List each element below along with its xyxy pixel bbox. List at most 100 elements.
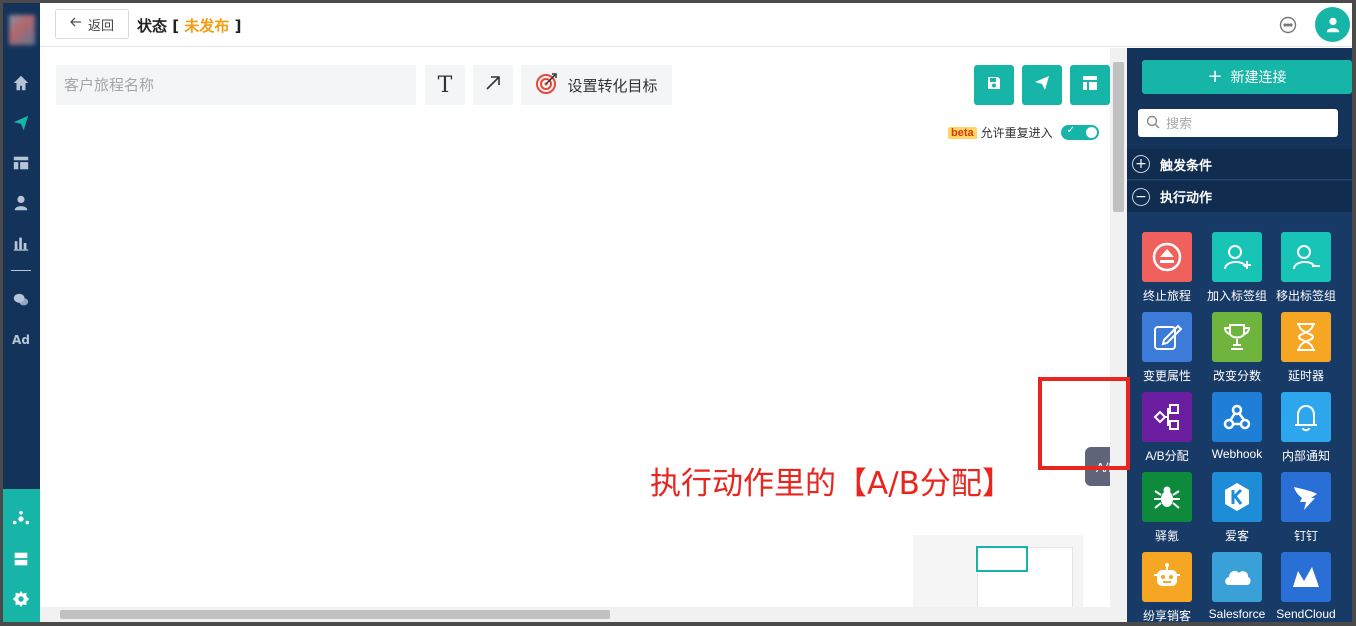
action-tile-3[interactable] [1281,232,1331,282]
new-connection-button[interactable]: + 新建连接 [1142,60,1352,94]
expand-icon: + [1132,155,1150,173]
annotation-text: 执行动作里的【A/B分配】 [650,466,1013,502]
nav-bottom-group [3,489,40,622]
layout-icon [1082,75,1098,95]
section-trigger-conditions[interactable]: + 触发条件 [1127,149,1352,180]
component-panel: + 新建连接 + 触发条件 − 执行动作 终止旅程 加入标签组移出标签组变更属性 改… [1127,48,1352,622]
dingtalk-icon [1294,487,1317,510]
action-tile-5[interactable] [1212,312,1262,362]
k-icon [1225,483,1249,511]
cloud-icon [1225,570,1251,585]
vertical-scrollbar[interactable] [1110,48,1127,607]
publish-button[interactable] [1022,65,1062,105]
gear-icon[interactable] [9,587,33,611]
server-icon[interactable] [9,547,33,571]
bell-icon [1295,404,1317,432]
action-tile-1[interactable] [1142,232,1192,282]
action-tile-label: Salesforce [1208,607,1266,621]
journey-name-input[interactable] [56,65,416,105]
set-goal-button[interactable]: 设置转化目标 [521,65,672,105]
chat-icon[interactable] [1278,15,1298,35]
scroll-thumb[interactable] [60,610,610,619]
bar-chart-icon[interactable] [9,231,33,255]
action-tile-label: 改变分数 [1212,369,1261,383]
arrow-tool-button[interactable] [473,65,513,105]
action-tile-2[interactable] [1212,232,1262,282]
spider-icon [1154,486,1180,509]
action-tile-15[interactable] [1281,552,1331,602]
nav-divider [11,270,31,271]
text-tool-button[interactable]: T [425,65,465,105]
section-actions[interactable]: − 执行动作 [1127,181,1352,212]
sendcloud-icon [1293,567,1319,587]
save-button[interactable] [974,65,1014,105]
arrow-left-icon [70,16,82,32]
user-minus-icon [1293,245,1320,270]
action-tile-label: 加入标签组 [1206,289,1267,303]
search-input[interactable] [1166,115,1326,131]
journey-canvas[interactable]: T 设置转化目标 be [40,48,1161,622]
hourglass-icon [1297,323,1315,351]
eject-icon [1152,242,1182,272]
repeat-entry-row: beta 允许重复进入 ✓ [948,124,1099,141]
beta-badge: beta [948,126,977,139]
horizontal-scrollbar[interactable] [40,607,1127,622]
back-label: 返回 [87,18,114,34]
header: 返回 状态 [ 未发布 ] [40,3,1352,47]
action-tiles: 终止旅程 加入标签组 移出标签组 变更属性 改变分数 延时器 A/B分配 Webhook 内部通… [1127,212,1352,622]
check-icon: ✓ [1066,125,1076,136]
action-tile-14[interactable] [1212,552,1262,602]
action-tile-9[interactable] [1281,392,1331,442]
network-icon[interactable] [9,507,33,531]
edit-icon [1154,324,1183,350]
user-icon[interactable] [9,191,33,215]
trophy-icon [1223,324,1251,350]
bracket-close: ] [234,17,242,35]
action-tile-label: 变更属性 [1142,369,1191,383]
minimap-viewport[interactable] [976,546,1028,572]
ad-icon[interactable]: Ad [9,328,33,352]
action-tile-label: 纷享销客 [1142,609,1191,622]
ab-split-icon [1153,404,1179,430]
action-tile-8[interactable] [1212,392,1262,442]
layout-button[interactable] [1070,65,1110,105]
action-tile-11[interactable] [1212,472,1262,522]
action-tile-10[interactable] [1142,472,1192,522]
action-tile-label: SendCloud [1276,607,1336,621]
send-icon[interactable] [9,111,33,135]
plus-icon: + [1207,66,1223,87]
section-label: 执行动作 [1160,191,1213,206]
layout-icon[interactable] [9,151,33,175]
repeat-entry-label: 允许重复进入 [980,126,1053,140]
action-tile-13[interactable] [1142,552,1192,602]
repeat-entry-toggle[interactable]: ✓ [1060,125,1099,140]
collapse-icon: − [1132,187,1150,206]
scroll-thumb[interactable] [1113,62,1124,212]
home-icon[interactable] [9,71,33,95]
status-title: 状态 [137,17,168,35]
arrow-diagonal-icon [485,75,501,95]
text-tool-icon: T [437,72,453,98]
search-icon [1146,114,1160,133]
floppy-icon [986,75,1002,95]
left-nav: Ad [3,3,40,622]
user-plus-icon [1224,245,1251,270]
action-tile-label: 内部通知 [1281,449,1330,463]
logo [9,15,35,45]
target-icon [535,71,559,99]
wechat-icon[interactable] [9,288,33,312]
back-button[interactable]: 返回 [55,9,129,39]
send-icon [1034,75,1050,95]
section-label: 触发条件 [1160,158,1213,174]
action-tile-4[interactable] [1142,312,1192,362]
new-connection-label: 新建连接 [1230,70,1287,86]
set-goal-label: 设置转化目标 [567,77,658,95]
action-tile-label: Webhook [1211,447,1263,461]
action-tile-label: 钉钉 [1293,529,1318,543]
search-box[interactable] [1138,109,1338,137]
action-tile-7[interactable] [1142,392,1192,442]
app-window: Ad 返回 状态 [ 未发布 ] 客户旅程名称 T 设置转化目标 beta 允许… [3,3,1352,622]
avatar[interactable] [1315,7,1350,42]
action-tile-12[interactable] [1281,472,1331,522]
action-tile-6[interactable] [1281,312,1331,362]
